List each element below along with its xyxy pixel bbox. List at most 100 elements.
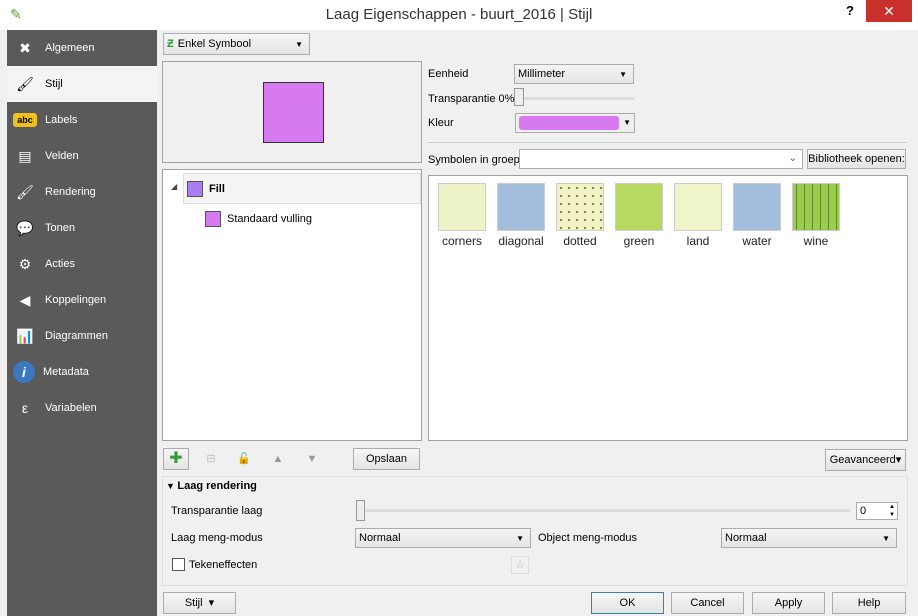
symbol-item-dotted[interactable]: dotted [556,183,604,248]
sidebar: ✖ Algemeen 🖌 Stijl abc Labels ▤ Velden 🖌 Renderin… [7,30,157,616]
object-blend-value: Normaal [725,532,767,544]
sidebar-item-label: Diagrammen [45,330,108,342]
window-title: Laag Eigenschappen - buurt_2016 | Stijl [325,6,593,23]
object-blend-select[interactable]: Normaal ▼ [721,528,897,548]
layer-transparency-slider[interactable] [356,509,850,512]
minus-icon: ⊟ [206,453,216,465]
close-button[interactable]: ✕ [866,0,912,22]
object-blend-label: Object meng-modus [538,532,638,544]
lock-icon: 🔓 [237,453,251,465]
advanced-button[interactable]: Geavanceerd▾ [825,449,906,471]
sidebar-item-koppelingen[interactable]: ◀ Koppelingen [7,282,157,318]
sidebar-item-label: Velden [45,150,79,162]
open-library-button[interactable]: Bibliotheek openen: [807,149,906,169]
sidebar-item-tonen[interactable]: 💬 Tonen [7,210,157,246]
move-down-button[interactable]: ▼ [299,448,325,470]
help-title-button[interactable]: ? [846,3,854,18]
layer-blend-value: Normaal [359,532,401,544]
layer-rendering-header[interactable]: ▼ Laag rendering [166,480,263,492]
renderer-select[interactable]: Ƶ Enkel Symbool ▼ [163,33,310,55]
sidebar-item-diagrammen[interactable]: 📊 Diagrammen [7,318,157,354]
chevron-down-icon[interactable]: ▼ [623,118,631,127]
symbol-item-corners[interactable]: corners [438,183,486,248]
apply-button[interactable]: Apply [752,592,825,614]
arrow-down-icon: ▼ [306,453,318,465]
layer-transparency-handle[interactable] [356,500,365,521]
sidebar-item-label: Tonen [45,222,75,234]
sidebar-item-labels[interactable]: abc Labels [7,102,157,138]
layer-blend-select[interactable]: Normaal ▼ [355,528,531,548]
advanced-label: Geavanceerd [829,454,896,466]
lock-layer-button[interactable]: 🔓 [232,448,256,470]
symbol-name: land [686,234,710,248]
chevron-down-icon: ▼ [295,39,303,49]
symbol-preview [162,61,422,163]
symbol-item-wine[interactable]: wine [792,183,840,248]
sidebar-item-variabelen[interactable]: ε Variabelen [7,390,157,426]
symbol-swatch [556,183,604,231]
remove-layer-button[interactable]: ⊟ [199,448,223,470]
unit-select[interactable]: Millimeter ▼ [514,64,634,84]
unit-value: Millimeter [518,68,566,80]
symbol-name: wine [803,234,829,248]
brush-icon: 🖌 [16,183,34,200]
sidebar-item-label: Labels [45,114,78,126]
layer-blend-label: Laag meng-modus [171,532,263,544]
sidebar-item-algemeen[interactable]: ✖ Algemeen [7,30,157,66]
symbol-item-water[interactable]: water [733,183,781,248]
group-select[interactable]: ⌄ [519,149,803,169]
diagram-icon: 📊 [16,327,34,344]
style-label: Stijl [184,597,203,609]
sidebar-item-rendering[interactable]: 🖌 Rendering [7,174,157,210]
symbol-item-diagonal[interactable]: diagonal [497,183,545,248]
style-menu-button[interactable]: Stijl ▾ [163,592,236,614]
plus-icon: ✚ [169,450,183,467]
color-swatch [519,116,619,130]
star-icon: ☆ [515,559,525,571]
title-bar: ✎ Laag Eigenschappen - buurt_2016 | Stij… [0,0,918,30]
save-button[interactable]: Opslaan [353,448,420,470]
symbol-layer-tree: ◢ Fill Standaard vulling [162,169,422,441]
chevron-down-icon: ▼ [516,533,524,543]
renderer-value: Enkel Symbool [177,38,252,50]
effects-settings-button[interactable]: ☆ [511,556,529,574]
add-layer-button[interactable]: ✚ [163,448,189,470]
layer-transparency-spinbox[interactable]: 0 ▲ ▼ [856,502,898,520]
transparency-slider[interactable] [514,97,634,100]
chevron-down-icon: ▼ [619,69,627,79]
standard-fill-label: Standaard vulling [227,213,313,225]
draw-effects-checkbox[interactable] [172,558,185,571]
symbol-swatch [674,183,722,231]
spin-arrows-icon[interactable]: ▲ ▼ [889,503,895,519]
sidebar-item-metadata[interactable]: i Metadata [7,354,157,390]
arrow-up-icon: ▲ [272,453,284,465]
symbol-item-green[interactable]: green [615,183,663,248]
layer-rendering-title: Laag rendering [177,480,257,492]
symbol-swatch [438,183,486,231]
sidebar-item-label: Rendering [45,186,96,198]
layer-standard-fill-row[interactable]: Standaard vulling [205,210,405,230]
move-up-button[interactable]: ▲ [265,448,291,470]
layer-fill-row[interactable]: Fill [183,173,421,204]
join-icon: ◀ [19,291,31,308]
paintbrush-icon: 🖌 [16,75,34,92]
help-button[interactable]: Help [832,592,906,614]
draw-effects-label: Tekeneffecten [189,559,258,571]
sidebar-item-label: Stijl [45,78,63,90]
ok-button[interactable]: OK [591,592,664,614]
sidebar-item-stijl[interactable]: 🖌 Stijl [7,66,157,102]
transparency-slider-handle[interactable] [514,88,524,106]
chevron-down-icon: ▼ [882,533,890,543]
color-button[interactable]: ▼ [515,113,635,133]
cancel-button[interactable]: Cancel [671,592,744,614]
sidebar-item-label: Variabelen [45,402,97,414]
collapse-arrow-icon: ▼ [166,481,178,491]
divider [427,142,907,143]
sidebar-item-acties[interactable]: ⚙ Acties [7,246,157,282]
symbol-library-list: corners diagonal dotted green land water wine [428,175,908,441]
collapse-arrow-icon[interactable]: ◢ [171,182,177,191]
symbol-item-land[interactable]: land [674,183,722,248]
color-label: Kleur [428,117,454,129]
symbol-swatch [497,183,545,231]
sidebar-item-velden[interactable]: ▤ Velden [7,138,157,174]
